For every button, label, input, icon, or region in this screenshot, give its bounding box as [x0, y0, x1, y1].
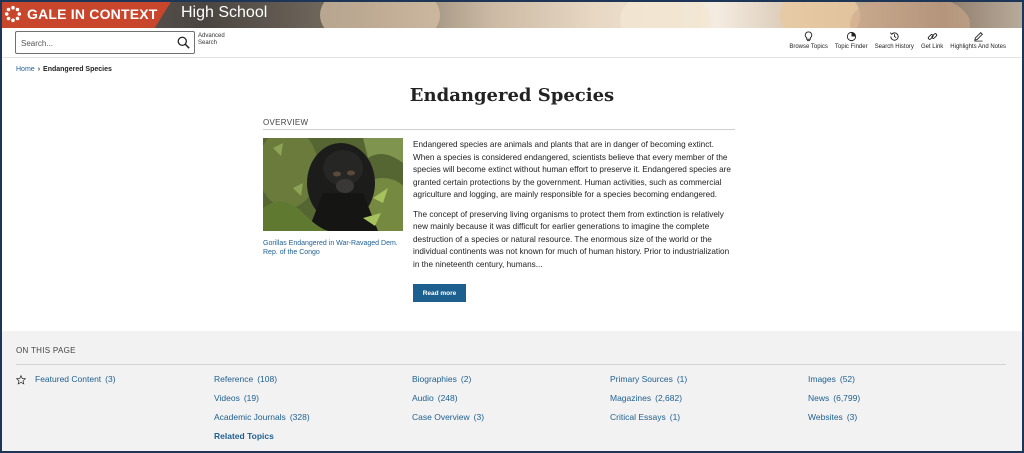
related-topics-link[interactable]: Related Topics: [214, 431, 274, 441]
websites-link[interactable]: Websites (3): [808, 412, 857, 422]
browse-topics-label: Browse Topics: [789, 44, 828, 50]
search-history-button[interactable]: Search History: [875, 31, 914, 50]
brand-logo[interactable]: GALE IN CONTEXT: [0, 0, 172, 28]
link-label: Case Overview: [412, 412, 470, 422]
topic-finder-button[interactable]: Topic Finder: [835, 31, 868, 50]
link-count: (2,682): [655, 393, 683, 403]
videos-link[interactable]: Videos (19): [214, 393, 259, 403]
link-count: (248): [437, 393, 458, 403]
gorilla-photo: [263, 138, 403, 231]
on-this-page-section: ON THIS PAGE Featured Content (3) Referen…: [0, 331, 1024, 453]
read-more-button[interactable]: Read more: [413, 284, 466, 302]
get-link-button[interactable]: Get Link: [921, 31, 943, 50]
link-label: Videos: [214, 393, 240, 403]
image-caption-link[interactable]: Gorillas Endangered in War-Ravaged Dem. …: [263, 239, 403, 257]
link-count: (52): [839, 374, 855, 384]
primary-sources-link[interactable]: Primary Sources (1): [610, 374, 687, 384]
topic-finder-icon: [846, 31, 856, 42]
link-count: (19): [243, 393, 259, 403]
product-name: High School: [181, 4, 268, 21]
link-label: Academic Journals: [214, 412, 286, 422]
link-label: Magazines: [610, 393, 652, 403]
highlights-notes-button[interactable]: Highlights And Notes: [950, 31, 1006, 50]
overview-paragraph: Endangered species are animals and plant…: [413, 140, 731, 199]
link-label: News: [808, 393, 830, 403]
lightbulb-icon: [804, 31, 813, 42]
link-label: Featured Content: [35, 374, 102, 384]
academic-journals-link[interactable]: Academic Journals (328): [214, 412, 310, 422]
highlights-notes-label: Highlights And Notes: [950, 44, 1006, 50]
overview-heading: OVERVIEW: [263, 118, 309, 127]
breadcrumb-home-link[interactable]: Home: [16, 66, 35, 73]
star-icon[interactable]: [16, 375, 26, 385]
link-count: (1): [676, 374, 688, 384]
overview-divider: [263, 129, 735, 130]
tool-bar: Browse Topics Topic Finder Search Histor…: [789, 31, 1006, 50]
link-count: (3): [105, 374, 116, 384]
link-count: (108): [257, 374, 278, 384]
link-icon: [927, 33, 937, 40]
header-banner: GALE IN CONTEXT High School: [0, 0, 1024, 28]
overview-image[interactable]: [263, 138, 403, 231]
browse-topics-button[interactable]: Browse Topics: [789, 31, 828, 50]
get-link-label: Get Link: [920, 44, 944, 50]
search-icon[interactable]: [177, 36, 190, 49]
critical-essays-link[interactable]: Critical Essays (1): [610, 412, 680, 422]
link-label: Related Topics: [214, 431, 274, 441]
link-count: (328): [289, 412, 310, 422]
magazines-link[interactable]: Magazines (2,682): [610, 393, 682, 403]
link-label: Images: [808, 374, 836, 384]
topic-finder-label: Topic Finder: [834, 44, 868, 50]
chevron-right-icon: ›: [37, 66, 41, 73]
link-label: Reference: [214, 374, 254, 384]
pencil-icon: [973, 32, 983, 42]
search-box: [15, 31, 195, 54]
toolbar: Advanced Search Browse Topics Topic Find…: [0, 28, 1024, 58]
link-count: (3): [473, 412, 485, 422]
link-label: Primary Sources: [610, 374, 673, 384]
gale-logo-icon: [4, 5, 22, 23]
link-count: (2): [460, 374, 472, 384]
search-input[interactable]: [21, 35, 171, 51]
on-this-page-divider: [16, 364, 1006, 365]
page-title: Endangered Species: [409, 85, 615, 106]
link-label: Critical Essays: [610, 412, 666, 422]
audio-link[interactable]: Audio (248): [412, 393, 458, 403]
on-this-page-heading: ON THIS PAGE: [16, 346, 76, 355]
breadcrumb: Home › Endangered Species: [16, 66, 112, 73]
news-link[interactable]: News (6,799): [808, 393, 860, 403]
link-count: (1): [669, 412, 681, 422]
advanced-search-link[interactable]: Advanced Search: [198, 33, 232, 47]
biographies-link[interactable]: Biographies (2): [412, 374, 471, 384]
link-label: Audio: [412, 393, 434, 403]
link-count: (6,799): [833, 393, 861, 403]
history-icon: [889, 32, 899, 41]
link-label: Websites: [808, 412, 843, 422]
link-label: Biographies: [412, 374, 457, 384]
breadcrumb-current: Endangered Species: [43, 66, 112, 73]
search-history-label: Search History: [874, 44, 914, 50]
overview-text: Endangered species are animals and plant…: [413, 139, 735, 278]
brand-name: GALE IN CONTEXT: [27, 6, 158, 22]
case-overview-link[interactable]: Case Overview (3): [412, 412, 484, 422]
reference-link[interactable]: Reference (108): [214, 374, 277, 384]
featured-content-link[interactable]: Featured Content (3): [35, 374, 116, 384]
link-count: (3): [846, 412, 858, 422]
images-link[interactable]: Images (52): [808, 374, 855, 384]
overview-paragraph: The concept of preserving living organis…: [413, 209, 730, 269]
